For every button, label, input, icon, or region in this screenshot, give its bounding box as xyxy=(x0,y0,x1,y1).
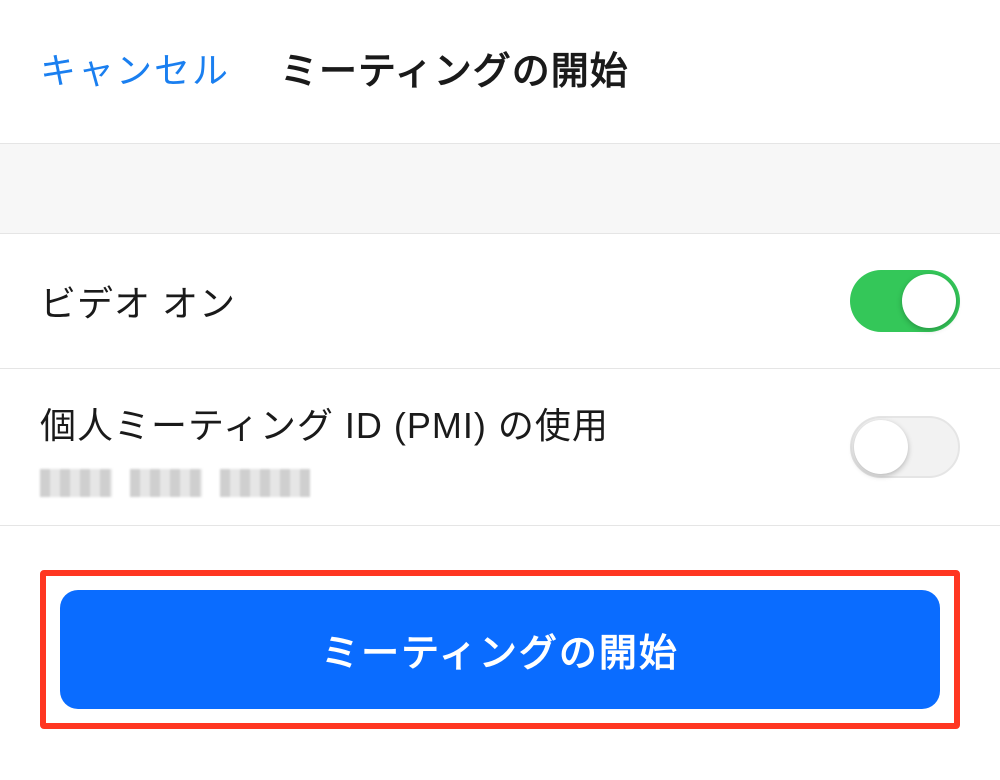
start-meeting-button[interactable]: ミーティングの開始 xyxy=(60,590,940,709)
pmi-id-redacted xyxy=(40,469,609,497)
setting-row-pmi: 個人ミーティング ID (PMI) の使用 xyxy=(0,369,1000,526)
toggle-knob xyxy=(902,274,956,328)
highlight-frame: ミーティングの開始 xyxy=(40,570,960,729)
cancel-button[interactable]: キャンセル xyxy=(40,42,230,94)
setting-label-video: ビデオ オン xyxy=(40,275,236,327)
settings-list: ビデオ オン 個人ミーティング ID (PMI) の使用 xyxy=(0,234,1000,526)
toggle-video-on[interactable] xyxy=(850,270,960,332)
header: キャンセル ミーティングの開始 xyxy=(0,0,1000,144)
setting-text-group-pmi: 個人ミーティング ID (PMI) の使用 xyxy=(40,397,609,497)
setting-label-pmi: 個人ミーティング ID (PMI) の使用 xyxy=(40,397,609,449)
redacted-block xyxy=(40,469,112,497)
redacted-block xyxy=(130,469,202,497)
redacted-block xyxy=(220,469,310,497)
page-title: ミーティングの開始 xyxy=(280,40,629,95)
section-spacer xyxy=(0,144,1000,234)
setting-row-video: ビデオ オン xyxy=(0,234,1000,369)
toggle-knob xyxy=(854,420,908,474)
button-container: ミーティングの開始 xyxy=(0,526,1000,773)
toggle-pmi[interactable] xyxy=(850,416,960,478)
